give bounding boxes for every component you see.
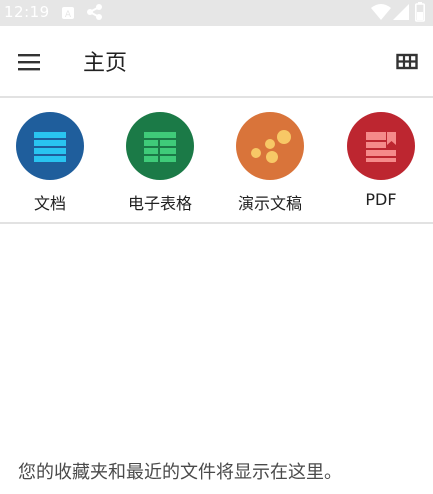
svg-text:A: A: [65, 10, 72, 20]
spreadsheet-icon: [126, 112, 194, 180]
signal-icon: [393, 3, 409, 25]
quick-action-label: 文档: [33, 194, 66, 213]
create-presentation-button[interactable]: 演示文稿: [225, 112, 315, 216]
quick-action-label: 演示文稿: [237, 194, 302, 213]
open-pdf-button[interactable]: PDF: [336, 112, 426, 216]
quick-action-label: PDF: [365, 190, 397, 209]
quick-action-label: 电子表格: [127, 194, 192, 213]
status-bar: 12:19 A: [0, 0, 433, 26]
document-icon: [16, 112, 84, 180]
status-time: 12:19: [4, 3, 50, 21]
menu-icon[interactable]: [18, 52, 42, 72]
pdf-icon: [347, 112, 415, 180]
divider: [0, 96, 433, 98]
grid-view-icon[interactable]: [396, 52, 420, 72]
create-spreadsheet-button[interactable]: 电子表格: [115, 112, 205, 216]
divider: [0, 222, 433, 224]
notification-icon: A: [61, 5, 75, 24]
presentation-icon: [236, 112, 304, 180]
empty-state-message: 您的收藏夹和最近的文件将显示在这里。: [18, 462, 342, 483]
wifi-icon: [371, 3, 391, 25]
app-bar: 主页: [0, 26, 433, 96]
share-icon: [86, 3, 104, 25]
page-title: 主页: [83, 51, 128, 76]
create-document-button[interactable]: 文档: [5, 112, 95, 216]
battery-icon: [415, 2, 425, 26]
